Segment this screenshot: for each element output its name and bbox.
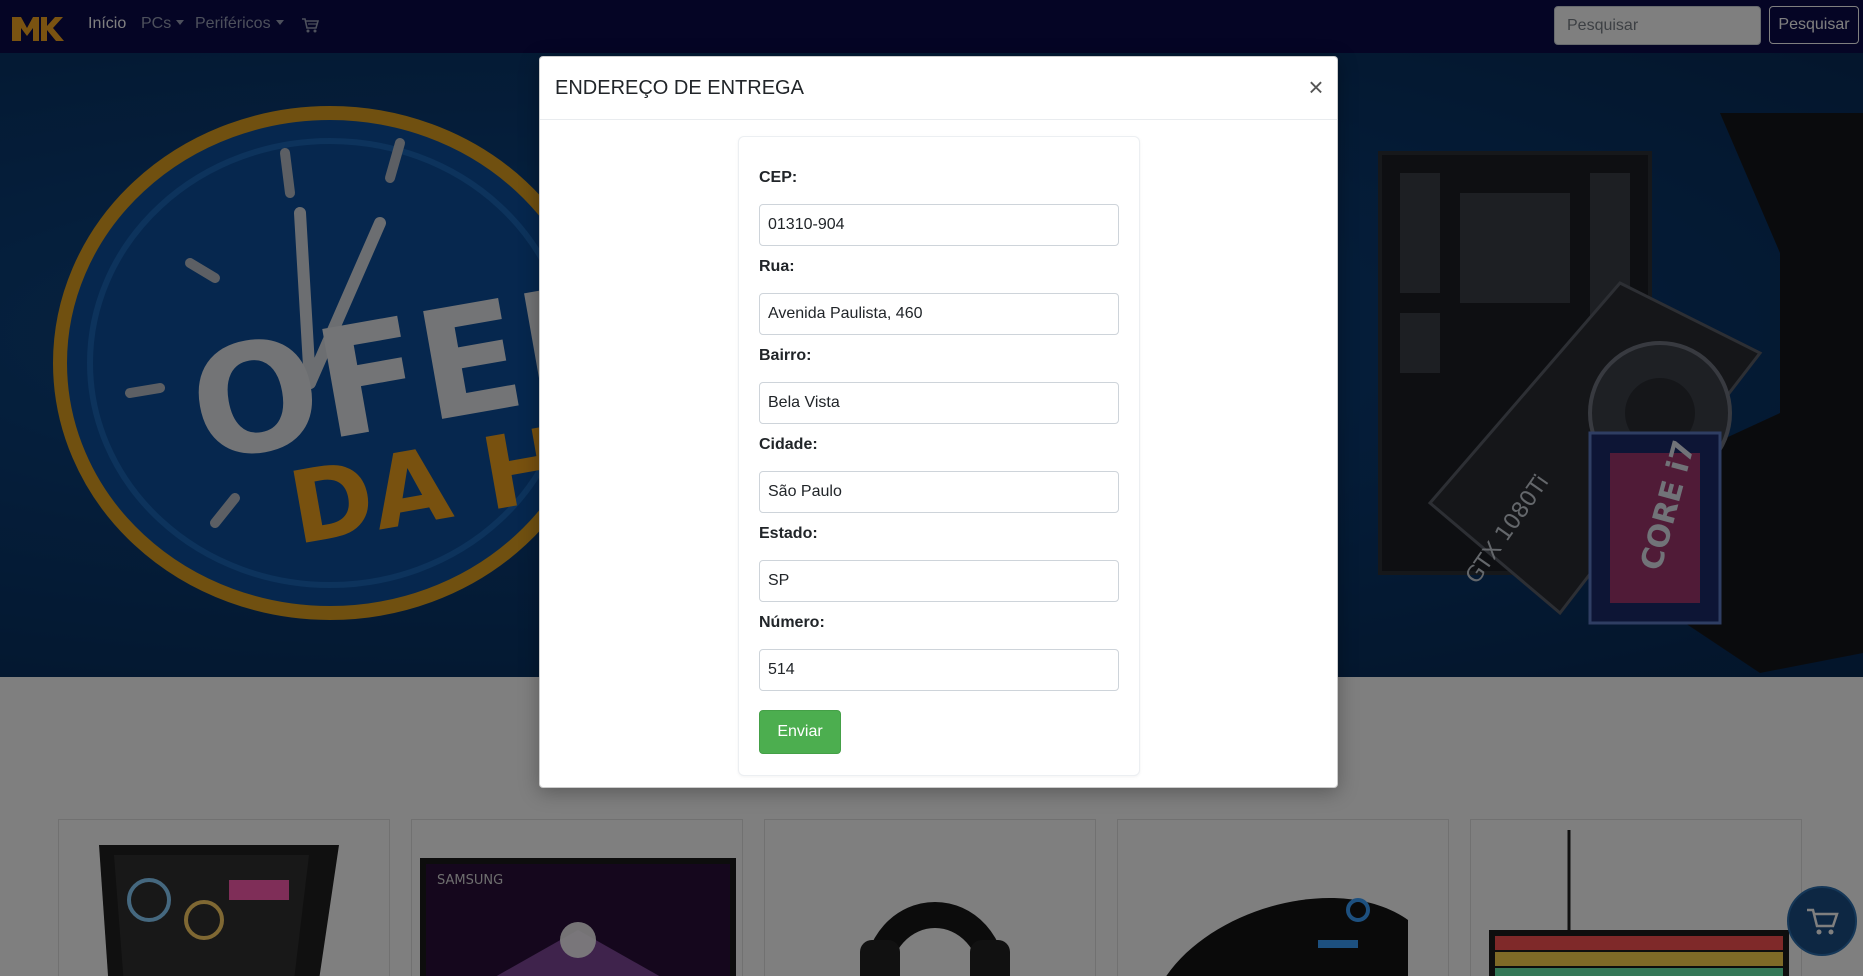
bairro-label: Bairro: (759, 347, 812, 364)
close-icon[interactable]: × (1304, 73, 1328, 101)
cidade-label: Cidade: (759, 436, 818, 453)
modal-header: ENDEREÇO DE ENTREGA × (540, 57, 1337, 120)
address-modal: ENDEREÇO DE ENTREGA × CEP: Rua: Bairro: … (539, 56, 1338, 788)
cep-field[interactable] (759, 204, 1119, 246)
numero-label: Número: (759, 614, 825, 631)
bairro-field[interactable] (759, 382, 1119, 424)
numero-field[interactable] (759, 649, 1119, 691)
rua-field[interactable] (759, 293, 1119, 335)
cidade-field[interactable] (759, 471, 1119, 513)
submit-button[interactable]: Enviar (759, 710, 841, 754)
page: Início PCs Periféricos Pesquisar (0, 0, 1863, 976)
estado-field[interactable] (759, 560, 1119, 602)
address-form: CEP: Rua: Bairro: Cidade: Estado: Número… (738, 136, 1140, 776)
estado-label: Estado: (759, 525, 818, 542)
rua-label: Rua: (759, 258, 795, 275)
cep-label: CEP: (759, 169, 798, 186)
modal-title: ENDEREÇO DE ENTREGA (555, 77, 804, 99)
